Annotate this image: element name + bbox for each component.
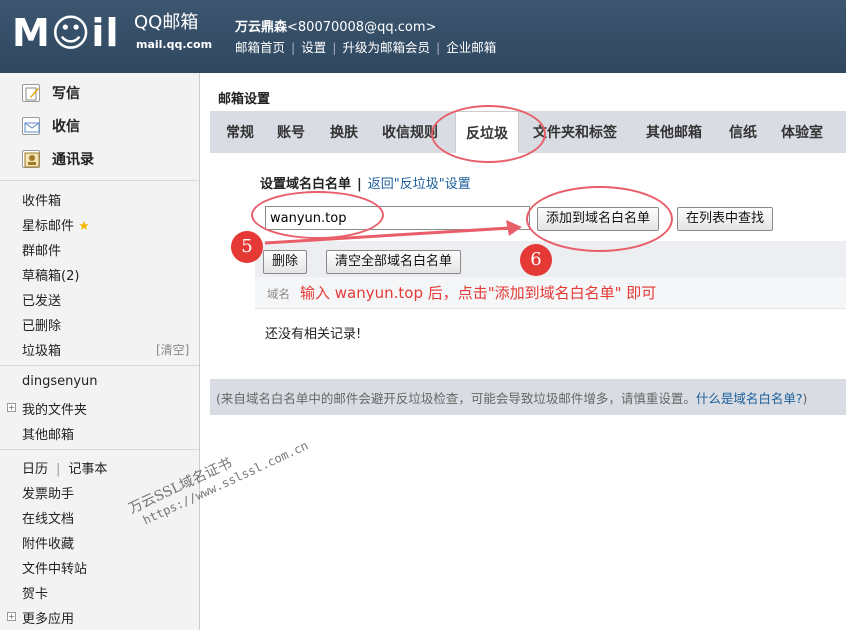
sidebar-item-spam[interactable]: 垃圾箱 bbox=[22, 340, 61, 359]
domain-column-header: 域名 bbox=[267, 287, 290, 301]
sidebar-item-other-mailboxes[interactable]: 其他邮箱 bbox=[22, 424, 74, 443]
table-header-row: 域名 输入 wanyun.top 后，点击"添加到域名白名单" 即可 bbox=[255, 277, 846, 309]
instruction-annotation: 输入 wanyun.top 后，点击"添加到域名白名单" 即可 bbox=[300, 284, 657, 302]
qq-mail-brand: QQ邮箱 bbox=[134, 12, 199, 33]
nav-mail-home[interactable]: 邮箱首页 bbox=[235, 40, 285, 55]
tab-skin[interactable]: 换肤 bbox=[330, 111, 358, 153]
nav-upgrade-vip[interactable]: 升级为邮箱会员 bbox=[342, 40, 430, 55]
inbox-icon bbox=[22, 117, 40, 135]
sidebar-item-starred[interactable]: 星标邮件 ★ bbox=[22, 215, 90, 234]
sidebar-item-notes[interactable]: 记事本 bbox=[68, 462, 107, 477]
compose-action[interactable]: 写信 bbox=[22, 81, 80, 105]
compose-icon bbox=[22, 84, 40, 102]
sidebar-item-drafts[interactable]: 草稿箱(2) bbox=[22, 265, 79, 284]
footer-text: (来自域名白名单中的邮件会避开反垃圾检查，可能会导致垃圾邮件增多，请慎重设置。 bbox=[216, 391, 696, 406]
sidebar-item-greeting-cards[interactable]: 贺卡 bbox=[22, 583, 48, 602]
sidebar-item-attachments[interactable]: 附件收藏 bbox=[22, 533, 74, 552]
inbox-action[interactable]: 收信 bbox=[22, 114, 80, 138]
sidebar: 写信 收信 通讯录 收件箱 星标邮件 ★ 群邮件 草稿箱(2) 已发送 已删除 … bbox=[0, 73, 200, 630]
highlight-anti-spam-tab bbox=[431, 105, 546, 163]
arrow-icon bbox=[264, 220, 522, 245]
sidebar-item-more-apps[interactable]: 更多应用 bbox=[22, 608, 74, 627]
nav-settings[interactable]: 设置 bbox=[301, 40, 326, 55]
tab-account[interactable]: 账号 bbox=[277, 111, 305, 153]
sidebar-item-deleted[interactable]: 已删除 bbox=[22, 315, 61, 334]
top-header: M☺il QQ邮箱 mail.qq.com 万云鼎森<80070008@qq.c… bbox=[0, 0, 846, 73]
sidebar-item-file-transfer[interactable]: 文件中转站 bbox=[22, 558, 87, 577]
back-link[interactable]: 返回"反垃圾"设置 bbox=[368, 177, 471, 192]
search-in-list-button[interactable]: 在列表中查找 bbox=[677, 207, 774, 231]
tab-receive-rules[interactable]: 收信规则 bbox=[382, 111, 438, 153]
what-is-whitelist-link[interactable]: 什么是域名白名单? bbox=[696, 391, 803, 406]
highlight-add-button bbox=[526, 186, 673, 252]
footer-note: (来自域名白名单中的邮件会避开反垃圾检查，可能会导致垃圾邮件增多，请慎重设置。什… bbox=[210, 379, 846, 415]
tab-lab[interactable]: 体验室 bbox=[781, 111, 823, 153]
account-name: 万云鼎森 bbox=[235, 20, 288, 35]
star-icon: ★ bbox=[78, 219, 90, 234]
starred-label: 星标邮件 bbox=[22, 219, 75, 234]
mail-domain: mail.qq.com bbox=[136, 38, 213, 51]
sidebar-item-sent[interactable]: 已发送 bbox=[22, 290, 61, 309]
sidebar-item-online-docs[interactable]: 在线文档 bbox=[22, 508, 74, 527]
sidebar-item-invoice-helper[interactable]: 发票助手 bbox=[22, 483, 74, 502]
tab-general[interactable]: 常规 bbox=[226, 111, 254, 153]
step-5-badge: 5 bbox=[231, 231, 263, 263]
tab-stationery[interactable]: 信纸 bbox=[729, 111, 757, 153]
contacts-action[interactable]: 通讯录 bbox=[22, 147, 94, 171]
sidebar-item-inbox[interactable]: 收件箱 bbox=[22, 190, 61, 209]
inbox-label: 收信 bbox=[52, 119, 80, 135]
sidebar-divider bbox=[0, 180, 199, 181]
clear-spam-link[interactable]: [清空] bbox=[156, 341, 189, 358]
sidebar-item-group-mail[interactable]: 群邮件 bbox=[22, 240, 61, 259]
mail-logo[interactable]: M☺il bbox=[12, 14, 119, 52]
account-email: <80070008@qq.com> bbox=[287, 20, 437, 35]
top-nav: 邮箱首页 | 设置 | 升级为邮箱会员 | 企业邮箱 bbox=[235, 40, 497, 55]
expand-icon[interactable]: + bbox=[7, 403, 16, 412]
whitelist-content: 设置域名白名单|返回"反垃圾"设置 添加到域名白名单 在列表中查找 删除 清空全… bbox=[210, 153, 846, 396]
expand-icon[interactable]: + bbox=[7, 612, 16, 621]
sidebar-item-user-folder[interactable]: dingsenyun bbox=[22, 374, 98, 389]
contacts-label: 通讯录 bbox=[52, 152, 94, 168]
whitelist-title: 设置域名白名单 bbox=[260, 177, 352, 192]
calendar-notes-row: 日历 | 记事本 bbox=[22, 462, 108, 477]
contacts-icon bbox=[22, 150, 40, 168]
tab-other-mailboxes[interactable]: 其他邮箱 bbox=[646, 111, 702, 153]
nav-enterprise-mail[interactable]: 企业邮箱 bbox=[446, 40, 496, 55]
page-title: 邮箱设置 bbox=[218, 92, 271, 107]
step-6-badge: 6 bbox=[520, 244, 552, 276]
empty-message: 还没有相关记录! bbox=[265, 327, 362, 342]
sidebar-item-my-folders[interactable]: 我的文件夹 bbox=[22, 399, 87, 418]
sidebar-item-calendar[interactable]: 日历 bbox=[22, 462, 48, 477]
compose-label: 写信 bbox=[52, 86, 80, 102]
sidebar-divider bbox=[0, 365, 199, 366]
sidebar-divider bbox=[0, 449, 199, 450]
account-info: 万云鼎森<80070008@qq.com> bbox=[235, 16, 436, 35]
section-title: 设置域名白名单 | 返回"反垃圾"设置 bbox=[260, 177, 471, 192]
footer-end: ) bbox=[802, 391, 808, 406]
